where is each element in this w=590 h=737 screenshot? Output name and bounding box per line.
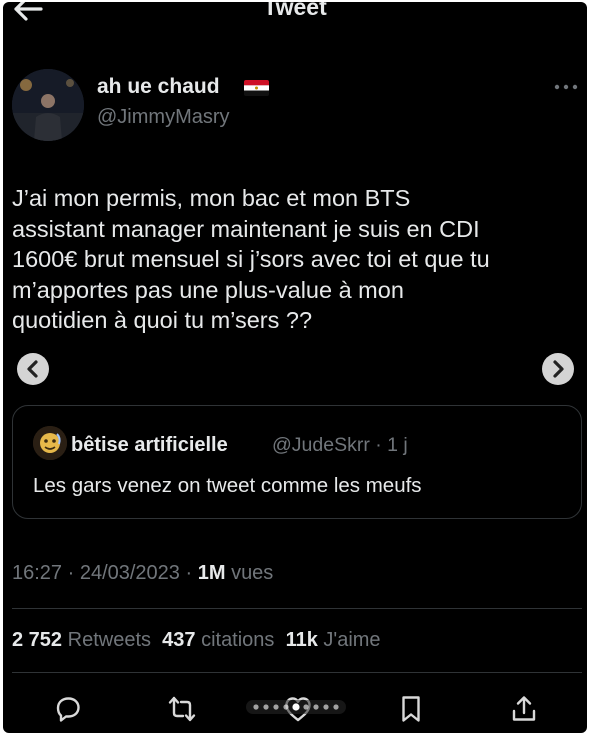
retweets-count: 2 752 xyxy=(12,629,63,651)
retweets-stat[interactable]: 2 752 Retweets xyxy=(12,629,151,651)
quoted-tweet[interactable]: bêtise artificielle @JudeSkrr · 1 j Les … xyxy=(12,405,582,519)
carousel-dot[interactable] xyxy=(313,704,319,710)
carousel-dot[interactable] xyxy=(303,704,309,710)
views-count: 1M xyxy=(197,562,226,584)
engagement-stats: 2 752 Retweets 437 citations 11k J'aime xyxy=(12,629,381,652)
quotes-stat[interactable]: 437 citations xyxy=(162,629,274,651)
quotes-label: citations xyxy=(201,629,275,651)
avatar-photo xyxy=(12,69,84,141)
chevron-right-icon xyxy=(553,360,564,378)
tweet-line: m’apportes pas une plus-value à mon xyxy=(12,276,404,303)
carousel-dots xyxy=(246,700,346,714)
carousel-prev-button[interactable] xyxy=(17,353,49,385)
retweet-icon[interactable] xyxy=(167,694,197,724)
carousel-next-button[interactable] xyxy=(542,353,574,385)
carousel-dot[interactable] xyxy=(273,704,279,710)
author-display-name[interactable]: ah ue chaud xyxy=(97,75,220,99)
author-avatar[interactable] xyxy=(12,69,84,141)
tweet-timestamp: 16:27 · 24/03/2023 · xyxy=(12,562,193,584)
tweet-line: J’ai mon permis, mon bac et mon BTS xyxy=(12,185,411,211)
divider xyxy=(12,672,582,673)
retweets-label: Retweets xyxy=(67,629,151,651)
tweet-line: 1600€ brut mensuel si j’sors avec toi et… xyxy=(12,246,490,272)
page-title: Tweet xyxy=(263,2,327,20)
carousel-dot[interactable] xyxy=(323,704,329,710)
tweet-meta: 16:27 · 24/03/2023 · 1M vues xyxy=(12,562,273,585)
quoted-text: Les gars venez on tweet comme les meufs xyxy=(33,474,422,497)
egypt-flag-icon xyxy=(244,80,269,96)
quoted-display-name: bêtise artificielle xyxy=(71,434,228,456)
top-bar: Tweet xyxy=(3,2,587,28)
carousel-dot[interactable] xyxy=(333,704,339,710)
carousel-dot[interactable] xyxy=(283,704,289,710)
quoted-avatar xyxy=(33,426,67,460)
tweet-text: J’ai mon permis, mon bac et mon BTS assi… xyxy=(12,183,582,336)
views-label: vues xyxy=(231,562,274,584)
quotes-count: 437 xyxy=(162,629,196,651)
likes-label: J'aime xyxy=(323,629,381,651)
likes-count: 11k xyxy=(285,629,318,651)
more-horizontal-icon[interactable] xyxy=(553,82,579,92)
bookmark-icon[interactable] xyxy=(396,694,426,724)
author-handle[interactable]: @JimmyMasry xyxy=(97,106,230,129)
tweet-line: quotidien à quoi tu m’sers ?? xyxy=(12,307,313,333)
chevron-left-icon xyxy=(27,360,38,378)
likes-stat[interactable]: 11k J'aime xyxy=(286,629,381,651)
divider xyxy=(12,608,582,609)
carousel-dot[interactable] xyxy=(263,704,269,710)
share-icon[interactable] xyxy=(509,694,539,724)
carousel-dot[interactable] xyxy=(292,703,300,711)
tweet-line: assistant manager maintenant je suis en … xyxy=(12,215,480,242)
tweet-screen: Tweet ah ue chaud @JimmyMasry J’ai mon p… xyxy=(3,2,587,733)
reply-icon[interactable] xyxy=(53,694,83,724)
quoted-handle-time: @JudeSkrr · 1 j xyxy=(272,434,408,456)
carousel-dot[interactable] xyxy=(253,704,259,710)
